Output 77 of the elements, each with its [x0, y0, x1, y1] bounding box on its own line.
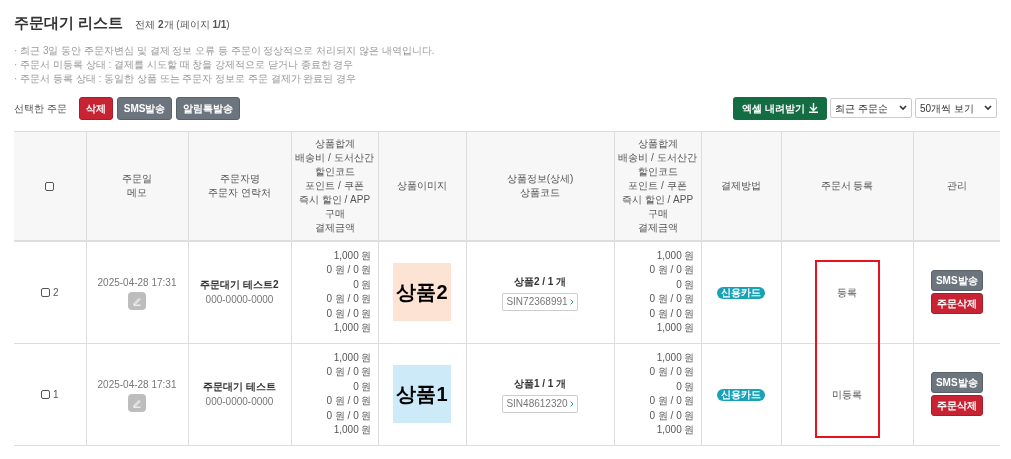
column-header: 주문일 메모 [121, 171, 153, 200]
payment-badge: 신용카드 [717, 286, 765, 299]
chevron-down-icon [899, 105, 907, 111]
amount-text: 0 원 [353, 277, 372, 292]
chevron-right-icon [569, 298, 574, 305]
product-code-link[interactable]: SIN72368991 [502, 292, 578, 311]
customer-phone: 000-0000-0000 [204, 395, 275, 409]
column-header: 상품합계 배송비 / 도서산간 할인코드 포인트 / 쿠폰 즉시 할인 / APP 구매 결제금액 [617, 136, 698, 235]
order-date: 2025-04-28 17:31 [96, 275, 178, 290]
order-date: 2025-04-28 17:31 [96, 377, 178, 392]
amount-text: 0 원 / 0 원 [326, 365, 372, 379]
chevron-right-icon [569, 400, 574, 407]
amount-text: 0 원 / 0 원 [649, 394, 695, 408]
amount-text: 0 원 / 0 원 [649, 263, 695, 278]
product-image: 상품2 [393, 263, 451, 322]
bulk-action-button[interactable]: 알림톡발송 [176, 96, 241, 120]
note-text: · 주문서 미등록 상태 : 결제를 시도할 때 창을 강제적으로 닫거나 종료한 경우 [14, 57, 355, 71]
customer-name: 주문대기 테스트2 [199, 278, 280, 293]
product-info: 상품1 / 1 개 [512, 376, 568, 391]
selection-label: 선택한 주문 [14, 101, 67, 116]
amount-text: 0 원 [676, 379, 695, 394]
amount-text: 0 원 / 0 원 [649, 408, 695, 423]
bulk-action-button[interactable]: 삭제 [78, 96, 113, 120]
note-text: · 주문서 등록 상태 : 동일한 상품 또는 주문자 정보로 주문 결제가 완료된 경우 [14, 71, 358, 85]
column-header: 상품합계 배송비 / 도서산간 할인코드 포인트 / 쿠폰 즉시 할인 / APP 구매 결제금액 [294, 136, 375, 235]
column-header: 관리 [945, 178, 968, 193]
row-action-button[interactable]: SMS발송 [930, 270, 983, 292]
download-icon [809, 103, 818, 113]
amount-text: 1,000 원 [656, 248, 695, 263]
registration-status: 미등록 [832, 388, 862, 400]
row-number: 1 [52, 387, 59, 402]
page-size-select[interactable]: 50개씩 보기 [915, 98, 997, 118]
row-number: 2 [52, 285, 59, 300]
customer-name: 주문대기 테스트 [202, 380, 277, 394]
column-header: 주문서 등록 [819, 178, 875, 193]
customer-phone: 000-0000-0000 [204, 293, 275, 308]
page-title: 주문대기 리스트 [14, 13, 124, 33]
amount-text: 0 원 / 0 원 [326, 263, 372, 278]
product-code-link[interactable]: SIN48612320 [502, 394, 578, 413]
payment-badge: 신용카드 [717, 388, 765, 401]
column-header: 결제방법 [720, 178, 762, 193]
registration-status: 등록 [837, 286, 857, 298]
checkbox[interactable] [40, 389, 50, 399]
column-header: 주문자명 주문자 연락처 [207, 171, 272, 200]
checkbox[interactable] [45, 181, 55, 191]
amount-text: 0 원 [676, 277, 695, 292]
note-text: · 최근 3일 동안 주문자변심 및 결제 정보 오류 등 주문이 정상적으로 처리되지 않은 내역입니다. [14, 43, 436, 57]
column-header: 상품정보(상세) 상품코드 [505, 171, 575, 200]
amount-text: 1,000 원 [333, 248, 372, 263]
pencil-icon [132, 295, 142, 306]
amount-text: 1,000 원 [333, 321, 372, 336]
sort-select[interactable]: 최근 주문순 [830, 98, 912, 118]
row-action-button[interactable]: 주문삭제 [930, 395, 983, 416]
column-header: 상품이미지 [396, 178, 448, 193]
amount-text: 0 원 / 0 원 [326, 408, 372, 423]
amount-text: 0 원 / 0 원 [649, 306, 695, 321]
amount-text: 0 원 / 0 원 [326, 306, 372, 321]
chevron-down-icon [984, 105, 992, 111]
amount-text: 0 원 / 0 원 [649, 292, 695, 307]
amount-text: 0 원 / 0 원 [326, 292, 372, 307]
amount-text: 1,000 원 [656, 350, 695, 365]
product-image: 상품1 [393, 365, 451, 423]
product-info: 상품2 / 1 개 [512, 274, 568, 289]
bulk-action-button[interactable]: SMS발송 [116, 96, 173, 120]
amount-text: 1,000 원 [656, 321, 695, 336]
amount-text: 0 원 [353, 379, 372, 394]
excel-download-button[interactable]: 엑셀 내려받기 [733, 96, 827, 120]
amount-text: 1,000 원 [333, 350, 372, 365]
row-action-button[interactable]: 주문삭제 [930, 293, 983, 315]
amount-text: 1,000 원 [656, 423, 695, 437]
pencil-icon [132, 397, 142, 408]
row-action-button[interactable]: SMS발송 [930, 372, 983, 393]
amount-text: 0 원 / 0 원 [649, 365, 695, 379]
amount-text: 0 원 / 0 원 [326, 394, 372, 408]
summary-text: 전체 2개 (페이지 1/1) [135, 18, 230, 32]
checkbox[interactable] [40, 287, 50, 297]
amount-text: 1,000 원 [333, 423, 372, 437]
